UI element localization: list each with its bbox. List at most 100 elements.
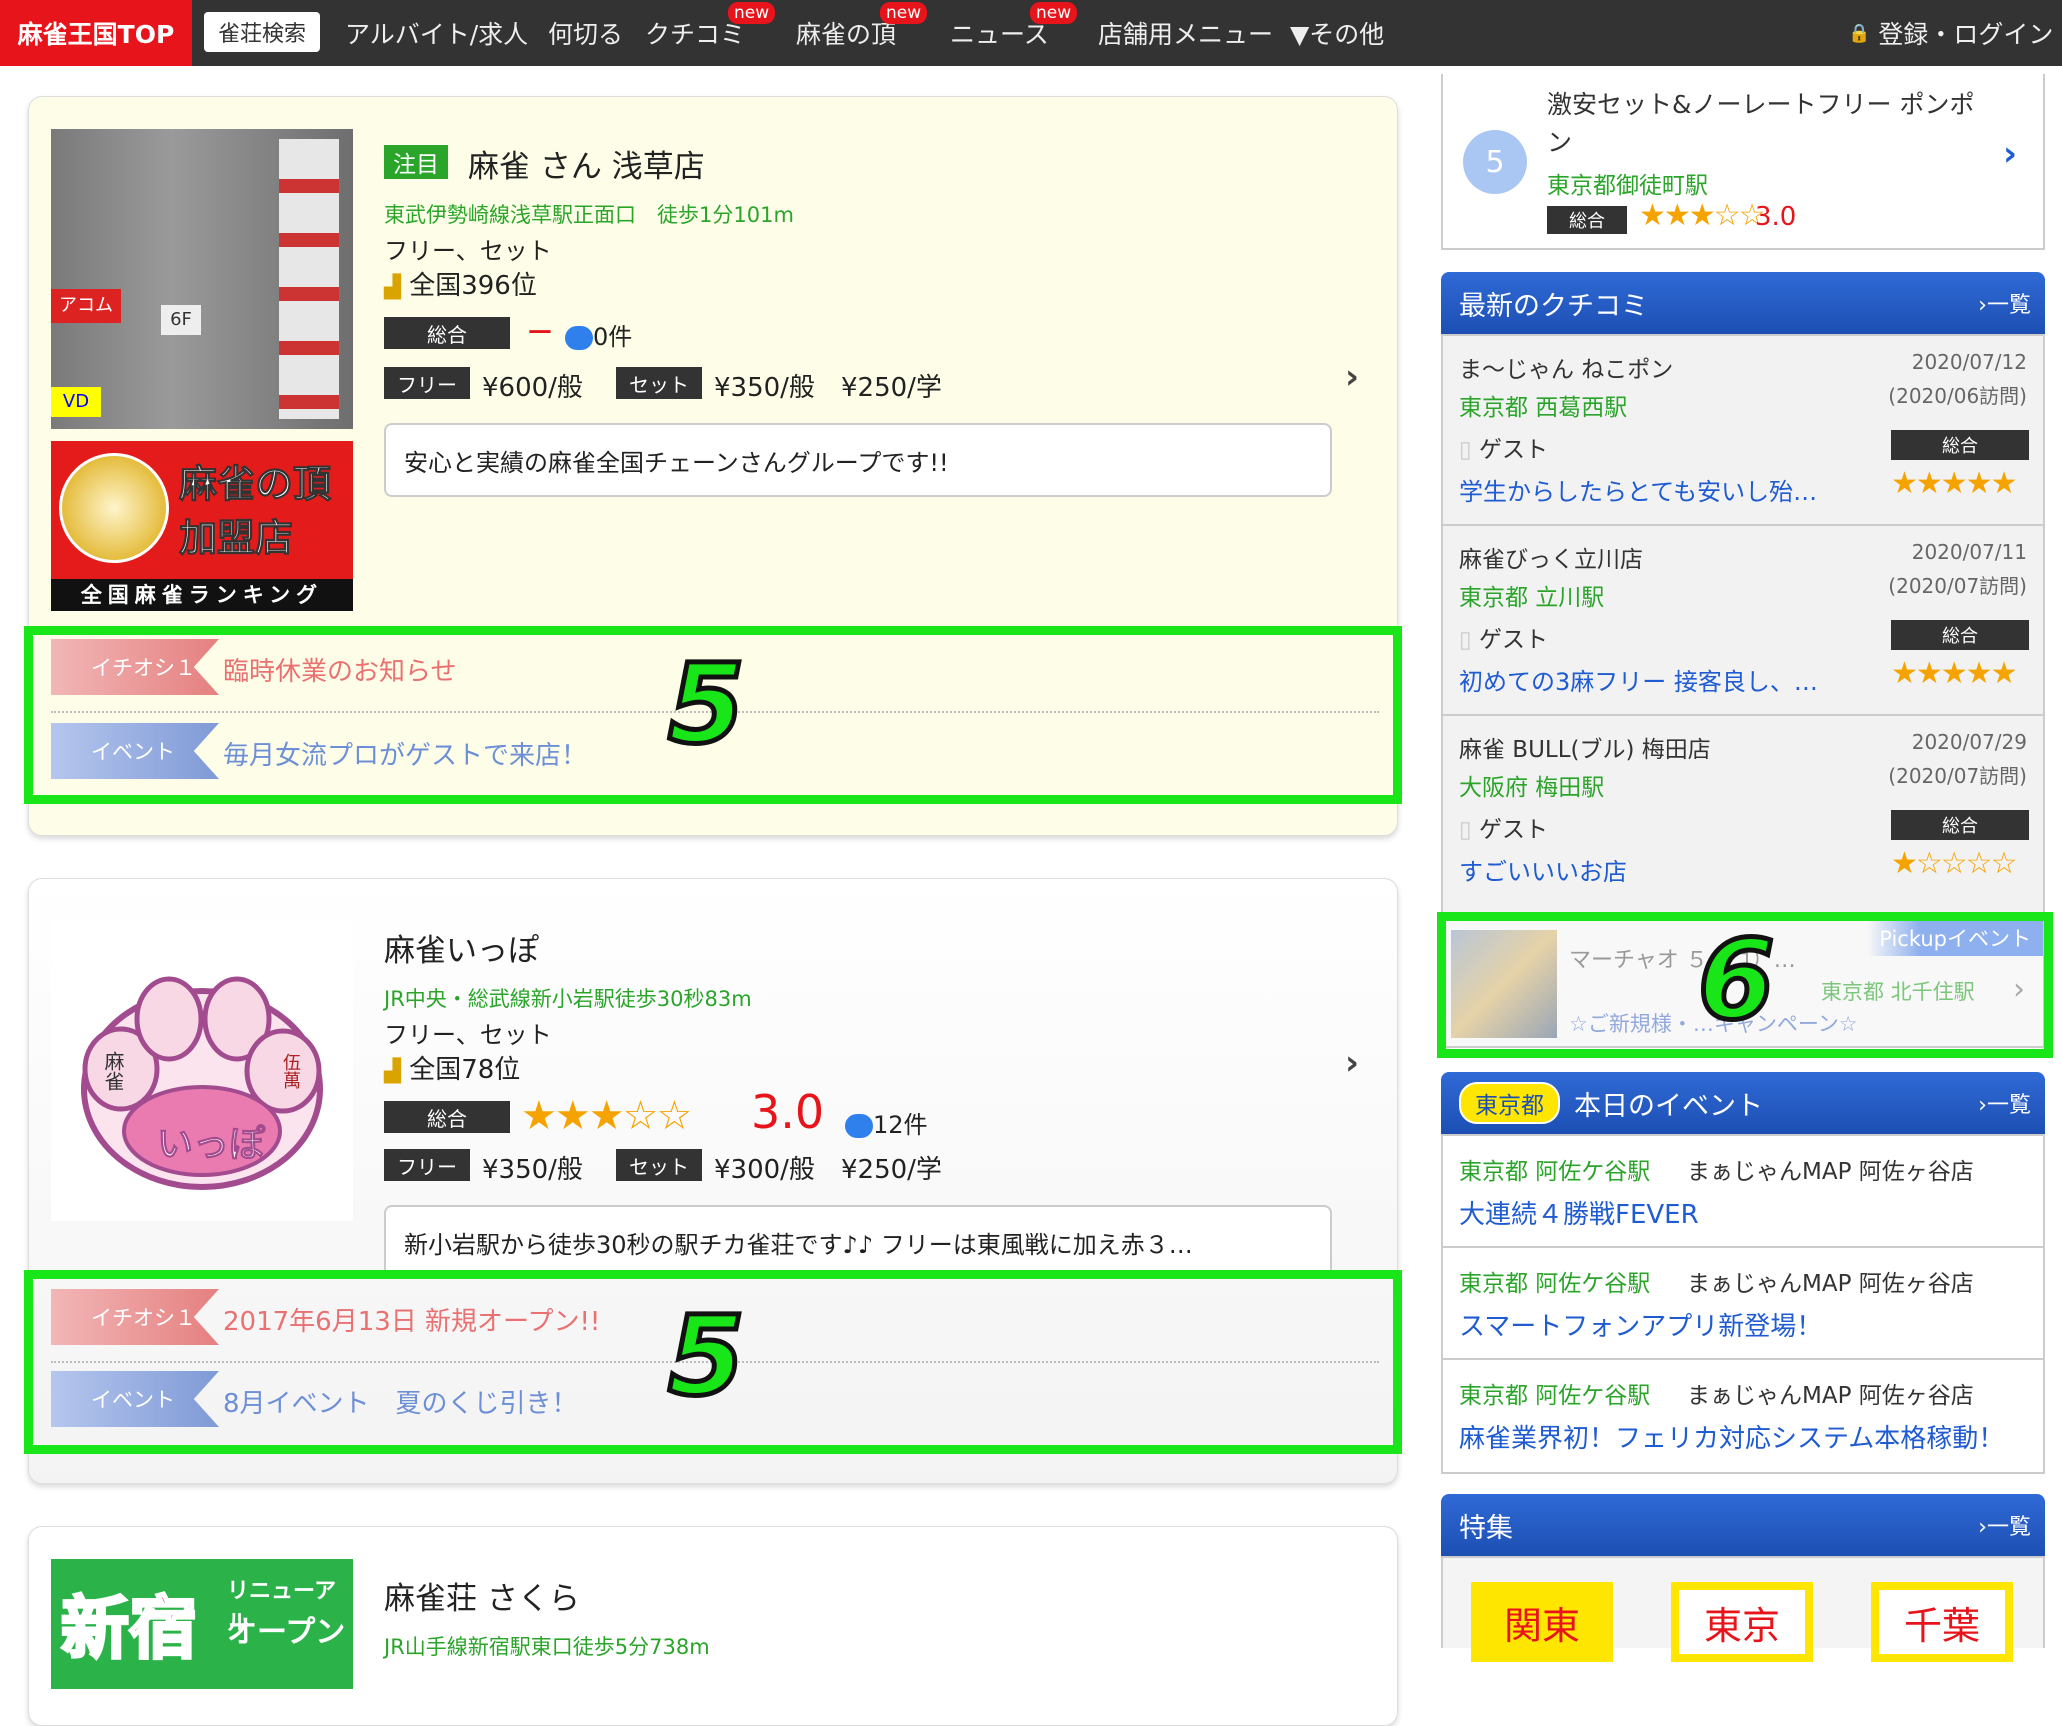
event-item[interactable]: 東京都 阿佐ケ谷駅 まぁじゃんMAP 阿佐ヶ谷店 麻雀業界初！フェリカ対応システ… [1443,1360,2043,1472]
event-station: 東京都 阿佐ケ谷駅 [1459,1159,1651,1185]
shop-station: JR中央・総武線新小岩駅徒歩30秒83m [384,987,752,1011]
overall-label: 総合 [384,317,510,349]
review-date: 2020/07/12 [1911,350,2027,374]
review-date: 2020/07/29 [1911,730,2027,754]
review-station: 東京都 立川駅 [1459,585,1605,611]
student-price: ¥250/学 [841,373,942,403]
chevron-right-icon[interactable]: › [2003,134,2017,174]
reviews-more-link[interactable]: ›一覧 [1978,287,2031,319]
review-item[interactable]: 麻雀びっく立川店 東京都 立川駅 2020/07/11 (2020/07訪問) … [1443,526,2043,716]
user-icon: ▯ [1459,627,1479,653]
shop-banner[interactable]: 新宿 リニューアル オープン [51,1559,353,1689]
comment-count[interactable]: 0件 [565,317,632,352]
annotation-number: 6 [1696,914,1778,1047]
annotation-number: 5 [666,1290,748,1423]
nav-itadaki-label[interactable]: 麻雀の頂 [796,15,896,51]
nav-store-menu[interactable]: 店舗用メニュー [1098,0,1273,66]
review-shop[interactable]: 麻雀びっく立川店 [1459,540,1643,574]
review-item[interactable]: ま～じゃん ねこポン 東京都 西葛西駅 2020/07/12 (2020/06訪… [1443,336,2043,526]
review-shop[interactable]: 麻雀 BULL(ブル) 梅田店 [1459,730,1711,764]
nav-home-link[interactable]: 麻雀王国TOP [0,0,192,66]
features-more-label[interactable]: 一覧 [1987,1515,2031,1540]
review-user: ▯ ゲスト [1459,810,1548,844]
nav-jobs[interactable]: アルバイト/求人 [345,0,528,66]
event-item[interactable]: 東京都 阿佐ケ谷駅 まぁじゃんMAP 阿佐ヶ谷店 スマートフォンアプリ新登場！ [1443,1248,2043,1360]
banner-sub: 全国麻雀ランキング [51,579,353,611]
shop-name[interactable]: 麻雀いっぽ [384,925,539,970]
rank-text: 全国396位 [409,271,537,301]
set-label: セット [616,1149,702,1181]
free-price: ¥350/般 [482,1155,583,1185]
event-title-link[interactable]: 麻雀業界初！フェリカ対応システム本格稼動！ [1459,1418,2004,1455]
photo-sign: アコム [51,289,121,323]
review-user-name: ゲスト [1478,817,1548,843]
review-text-link[interactable]: 学生からしたらとても安いし殆… [1459,472,1817,507]
events-more-label[interactable]: 一覧 [1987,1093,2031,1118]
login-label[interactable]: 登録・ログイン [1878,15,2053,51]
ranking-shop-name[interactable]: 激安セット&ノーレートフリー ポンポン [1547,86,1987,162]
ranking-station: 東京都御徒町駅 [1547,173,1708,199]
ranking-item[interactable]: 5 激安セット&ノーレートフリー ポンポン 東京都御徒町駅 総合 ★★★☆☆ 3… [1441,74,2045,250]
overall-label: 総合 [1891,430,2029,460]
review-shop[interactable]: ま～じゃん ねこポン [1459,350,1673,384]
banner-small-text: オープン [227,1615,346,1650]
rank-text: 全国78位 [409,1055,521,1085]
nav-login[interactable]: 🔒 登録・ログイン [1848,0,2053,66]
lock-icon: 🔒 [1848,22,1871,44]
features-header: 特集 ›一覧 [1441,1494,2045,1556]
review-text-link[interactable]: すごいいいお店 [1459,852,1627,887]
rating-stars: ★★★☆☆ [521,1093,692,1139]
review-user-name: ゲスト [1478,437,1548,463]
event-shop: まぁじゃんMAP 阿佐ヶ谷店 [1687,1383,1974,1409]
events-more-link[interactable]: ›一覧 [1978,1087,2031,1119]
chevron-right-icon[interactable]: › [1345,357,1359,397]
shop-station: JR山手線新宿駅東口徒歩5分738m [384,1635,710,1659]
nav-other[interactable]: ▼その他 [1290,0,1384,66]
rating-dash: － [526,316,555,349]
comment-count-text[interactable]: 0件 [593,323,632,351]
review-user: ▯ ゲスト [1459,430,1548,464]
feature-tile-tokyo[interactable]: 東京 [1671,1582,1813,1662]
new-badge: new [728,2,776,24]
feature-tile-chiba[interactable]: 千葉 [1871,1582,2013,1662]
paw-logo-icon [81,976,323,1190]
rating-stars: ★★★★★ [1891,656,2017,691]
rating-value: 3.0 [751,1085,825,1139]
rating-stars: ★★★☆☆ [1639,198,1765,233]
event-title-link[interactable]: 大連続４勝戦FEVER [1459,1194,1699,1231]
event-shop: まぁじゃんMAP 阿佐ヶ谷店 [1687,1159,1974,1185]
review-user-name: ゲスト [1478,627,1548,653]
feature-tile-kanto[interactable]: 関東 [1471,1582,1613,1662]
nav-nanikiru[interactable]: 何切る [548,0,623,66]
nav-search-button[interactable]: 雀荘検索 [204,12,320,52]
features-body: 関東 東京 千葉 [1441,1556,2045,1662]
review-text-link[interactable]: 初めての3麻フリー 接客良し、… [1459,662,1818,697]
shop-description: 安心と実績の麻雀全国チェーンさんグループです!! [384,423,1332,497]
events-region-badge[interactable]: 東京都 [1459,1082,1560,1124]
comment-count[interactable]: 12件 [845,1105,928,1140]
review-user: ▯ ゲスト [1459,620,1548,654]
chevron-right-icon[interactable]: › [1345,1043,1359,1083]
features-more-link[interactable]: ›一覧 [1978,1509,2031,1541]
events-header: 東京都 本日のイベント ›一覧 [1441,1072,2045,1134]
shop-card[interactable]: 新宿 リニューアル オープン 麻雀荘 さくら JR山手線新宿駅東口徒歩5分738… [28,1526,1398,1726]
event-title-link[interactable]: スマートフォンアプリ新登場！ [1459,1306,1822,1343]
comment-count-text[interactable]: 12件 [873,1111,928,1139]
events-list: 東京都 阿佐ケ谷駅 まぁじゃんMAP 阿佐ヶ谷店 大連続４勝戦FEVER 東京都… [1441,1134,2045,1474]
shop-logo[interactable]: いっぽ 麻雀 伍萬 [51,919,353,1221]
reviews-title: 最新のクチコミ [1459,290,1648,322]
shop-name[interactable]: 麻雀荘 さくら [384,1573,580,1618]
shop-rank: ▟ 全国78位 [384,1049,520,1086]
reviews-more-label[interactable]: 一覧 [1987,293,2031,318]
reviews-list: ま～じゃん ねこポン 東京都 西葛西駅 2020/07/12 (2020/06訪… [1441,334,2045,916]
shop-name[interactable]: 麻雀 さん 浅草店 [468,141,705,186]
shop-photo[interactable]: アコム 6F VD [51,129,353,429]
event-station: 東京都 阿佐ケ谷駅 [1459,1271,1651,1297]
event-item[interactable]: 東京都 阿佐ケ谷駅 まぁじゃんMAP 阿佐ヶ谷店 大連続４勝戦FEVER [1443,1136,2043,1248]
rating-stars: ★★★★★ [1891,466,2017,501]
review-item[interactable]: 麻雀 BULL(ブル) 梅田店 大阪府 梅田駅 2020/07/29 (2020… [1443,716,2043,916]
review-visit: (2020/07訪問) [1888,574,2027,598]
annotation-number: 5 [666,638,748,771]
overall-label: 総合 [1891,810,2029,840]
itadaki-member-banner[interactable]: 麻雀の頂 加盟店 全国麻雀ランキング [51,441,353,611]
